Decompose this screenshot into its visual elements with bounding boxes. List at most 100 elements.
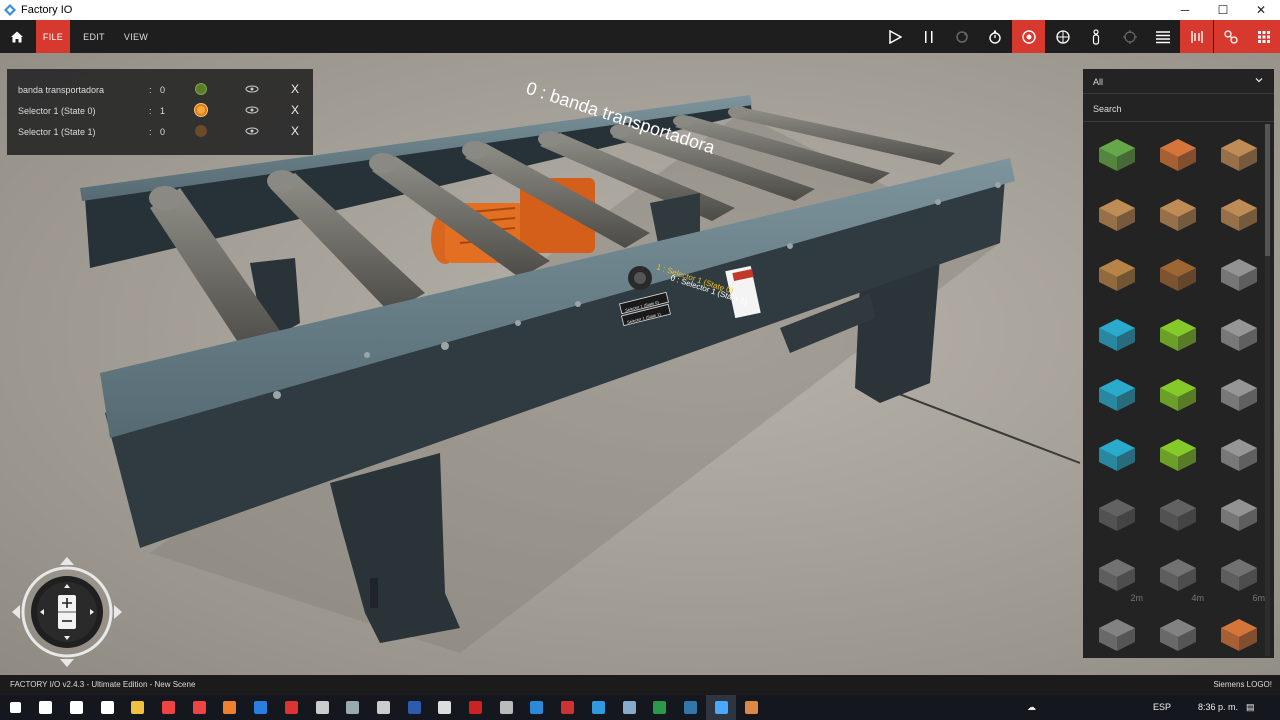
drivers-button[interactable] <box>1214 20 1247 53</box>
menu-edit[interactable]: EDIT <box>78 20 110 53</box>
teamviewer-icon[interactable] <box>246 695 276 720</box>
remove-tag-button[interactable]: X <box>291 82 299 96</box>
catalog-grid-button[interactable] <box>1247 20 1280 53</box>
language-indicator[interactable]: ESP <box>1153 702 1171 712</box>
start-icon[interactable] <box>0 695 30 720</box>
catalog-scrollbar[interactable] <box>1265 124 1270 656</box>
maximize-button[interactable]: ☐ <box>1204 0 1242 20</box>
minimize-button[interactable]: ─ <box>1166 0 1204 20</box>
close-window-button[interactable]: ✕ <box>1242 0 1280 20</box>
reset-button[interactable] <box>945 20 978 53</box>
catalog-grid-icon <box>1257 30 1270 43</box>
eye-icon[interactable] <box>245 127 259 137</box>
roller-conveyor-6m-icon[interactable]: 6m <box>1213 549 1265 603</box>
chrome-icon[interactable] <box>154 695 184 720</box>
drivers-icon <box>1223 29 1238 44</box>
app-bird-icon[interactable] <box>491 695 521 720</box>
first-person-icon <box>1092 28 1099 45</box>
acrobat-icon[interactable] <box>276 695 306 720</box>
app-blue-icon[interactable] <box>583 695 613 720</box>
pause-button[interactable] <box>912 20 945 53</box>
snap-button[interactable] <box>1113 20 1146 53</box>
curved-roller-conveyor-icon[interactable] <box>1152 609 1204 661</box>
plate-icon[interactable] <box>1213 489 1265 541</box>
metal-product-base-icon[interactable] <box>1213 369 1265 421</box>
app-orange2-icon[interactable] <box>737 695 767 720</box>
roller-conveyor-4m-icon[interactable]: 4m <box>1152 549 1204 603</box>
sensors-icon <box>1190 30 1203 43</box>
factory-io-icon[interactable] <box>706 695 737 720</box>
home-button[interactable] <box>0 20 33 53</box>
clock[interactable]: 8:36 p. m. <box>1198 702 1238 712</box>
tag-indicator-orange-dim[interactable] <box>195 125 207 137</box>
cortana-icon[interactable] <box>61 695 91 720</box>
remover-icon[interactable] <box>1152 129 1204 181</box>
camera-navigation-widget[interactable] <box>12 557 122 667</box>
blue-raw-material-icon[interactable] <box>1091 309 1143 361</box>
green-product-lid-icon[interactable] <box>1152 429 1204 481</box>
catalog-filter-dropdown[interactable]: All <box>1083 69 1274 94</box>
vscode-icon[interactable] <box>522 695 552 720</box>
file-explorer-icon[interactable] <box>123 695 153 720</box>
roller-conveyor-2m-icon[interactable]: 2m <box>1091 549 1143 603</box>
chain-transfer-icon[interactable] <box>1091 609 1143 661</box>
belt-conveyor-orange-icon[interactable] <box>1213 609 1265 661</box>
tag-row[interactable]: Selector 1 (State 0) : 1 X <box>7 100 313 121</box>
green-product-base-icon[interactable] <box>1152 369 1204 421</box>
pallet-dark-icon[interactable] <box>1152 249 1204 301</box>
word-icon[interactable] <box>399 695 429 720</box>
stopwatch-button[interactable] <box>978 20 1011 53</box>
large-box-icon[interactable] <box>1213 189 1265 241</box>
play-button[interactable] <box>878 20 911 53</box>
fly-camera-icon <box>1055 29 1070 44</box>
tray-cloud-icon[interactable]: ☁ <box>1027 702 1036 713</box>
emitter-icon[interactable] <box>1091 129 1143 181</box>
tag-indicator-green[interactable] <box>195 83 207 95</box>
logo-soft-icon[interactable] <box>614 695 644 720</box>
medium-box-icon[interactable] <box>1091 189 1143 241</box>
box-icon[interactable] <box>1152 189 1204 241</box>
scrollbar-thumb[interactable] <box>1265 124 1270 256</box>
sensors-button[interactable] <box>1180 20 1213 53</box>
app-grid-icon[interactable] <box>368 695 398 720</box>
remove-tag-button[interactable]: X <box>291 124 299 138</box>
blue-product-lid-icon[interactable] <box>1091 429 1143 481</box>
app-tool-icon[interactable] <box>338 695 368 720</box>
catalog-search-input[interactable]: Search <box>1083 95 1274 122</box>
eye-icon[interactable] <box>245 85 259 95</box>
tag-row[interactable]: banda transportadora : 0 X <box>7 79 313 100</box>
app-red3-icon[interactable] <box>553 695 583 720</box>
first-person-button[interactable] <box>1079 20 1112 53</box>
metal-raw-material-icon[interactable] <box>1213 309 1265 361</box>
stackable-box-icon[interactable] <box>1213 249 1265 301</box>
belt-conveyor-icon[interactable] <box>1091 489 1143 541</box>
roller-conveyor-motor-icon[interactable] <box>1152 489 1204 541</box>
metal-product-lid-icon[interactable] <box>1213 429 1265 481</box>
green-raw-material-icon[interactable] <box>1152 309 1204 361</box>
task-view-icon[interactable] <box>92 695 122 720</box>
app-blue2-icon[interactable] <box>675 695 705 720</box>
notifications-icon[interactable]: ▤ <box>1246 702 1255 713</box>
app-settings-icon[interactable] <box>307 695 337 720</box>
tags-list-button[interactable] <box>1146 20 1179 53</box>
search-icon[interactable] <box>31 695 61 720</box>
app-red-icon[interactable] <box>184 695 214 720</box>
menu-view[interactable]: VIEW <box>118 20 154 53</box>
camera-orbit-button[interactable] <box>1012 20 1045 53</box>
chevron-down-icon <box>1255 78 1263 83</box>
window-title: Factory IO <box>21 4 73 16</box>
remove-tag-button[interactable]: X <box>291 103 299 117</box>
small-box-icon[interactable] <box>1213 129 1265 181</box>
app-files-icon[interactable] <box>430 695 460 720</box>
blue-product-base-icon[interactable] <box>1091 369 1143 421</box>
pallet-icon[interactable] <box>1091 249 1143 301</box>
tag-row[interactable]: Selector 1 (State 1) : 0 X <box>7 121 313 142</box>
menu-file[interactable]: FILE <box>36 20 70 53</box>
excel-green-icon[interactable] <box>645 695 675 720</box>
scene-viewport[interactable]: Selector 1 (State 0) Selector 1 (State 1… <box>0 53 1280 675</box>
tag-indicator-orange[interactable] <box>195 104 207 116</box>
fly-camera-button[interactable] <box>1046 20 1079 53</box>
app-orange-icon[interactable] <box>215 695 245 720</box>
eye-icon[interactable] <box>245 106 259 116</box>
app-red2-icon[interactable] <box>461 695 491 720</box>
